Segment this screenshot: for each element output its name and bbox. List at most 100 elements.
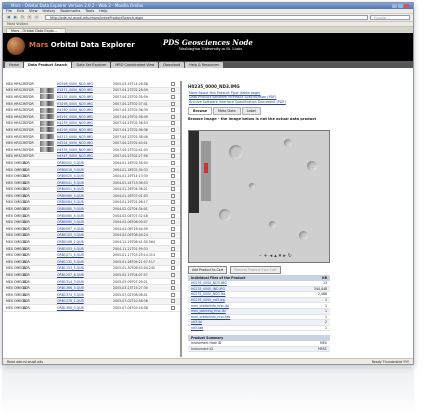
tab-help-resources[interactable]: Help & Resources [185, 62, 224, 68]
select-checkbox[interactable] [171, 154, 175, 159]
thumbnail-image[interactable] [40, 127, 54, 133]
select-checkbox[interactable] [171, 220, 175, 225]
product-id-link[interactable]: H3298_0000_ND3.IMG [57, 102, 113, 106]
menu-file[interactable]: File [6, 9, 12, 13]
select-checkbox[interactable] [171, 127, 175, 132]
select-checkbox[interactable] [171, 286, 175, 291]
table-row[interactable]: MEX HRSC REFDR H2235_0000_ND3.IMG 2007-04-2… [3, 94, 180, 101]
thumbnail-image[interactable] [40, 273, 54, 278]
thumbnail-image[interactable] [40, 167, 54, 172]
product-id-link[interactable]: H4347_0000_ND3.IMG [57, 154, 113, 158]
table-row[interactable]: MEX OMEGA EDR ORB0051_6.QUB 2004-01-26T04:3… [3, 187, 180, 194]
thumbnail-image[interactable] [40, 299, 54, 304]
table-row[interactable]: MEX OMEGA EDR ORB0018_3.QUB 2004-01-18T02:3… [3, 166, 180, 174]
select-checkbox[interactable] [171, 114, 175, 119]
thumbnail-image[interactable] [40, 154, 54, 159]
thumbnail-image[interactable] [40, 147, 54, 153]
table-row[interactable]: MEX HRSC REFDR H4324_0000_ND3.IMG 2007-04-2… [3, 140, 180, 147]
thumbnail-image[interactable] [40, 114, 54, 120]
menu-bookmarks[interactable]: Bookmarks [60, 9, 80, 13]
product-id-link[interactable]: ORB0085_4.QUB [57, 214, 113, 218]
product-id-link[interactable]: H4324_0000_ND3.IMG [57, 141, 113, 145]
tab-mro-coordinated-view[interactable]: MRO Coordinated View [111, 62, 159, 68]
product-id-link[interactable]: ORB0097_4.QUB [57, 227, 113, 231]
thumbnail-image[interactable] [40, 253, 54, 258]
table-row[interactable]: MEX OMEGA EDR ORB0095_3.QUB 2004-02-06T08:0… [3, 219, 180, 227]
product-id-link[interactable]: ORB1153_5.QUB [57, 266, 113, 270]
url-bar[interactable]: http://ode.rsl.wustl.edu/mars/indexProdu… [45, 15, 368, 20]
thumbnail-image[interactable] [40, 213, 54, 218]
select-checkbox[interactable] [171, 253, 175, 258]
select-checkbox[interactable] [171, 259, 175, 264]
select-checkbox[interactable] [171, 108, 175, 113]
product-id-link[interactable]: H4180_0000_ND3.IMG [57, 108, 113, 112]
table-row[interactable]: MEX HRSC REFDR H0398_0000_ND3.IMG 2005-03-1… [3, 81, 180, 88]
select-checkbox[interactable] [171, 233, 175, 238]
reset-view-icon[interactable]: ↻ [288, 253, 292, 259]
tab-meta-data[interactable]: Meta Data [213, 107, 241, 116]
select-checkbox[interactable] [171, 180, 175, 185]
product-id-link[interactable]: ORB1053_4.QUB [57, 247, 113, 251]
file-link[interactable]: H0235_0000_ND3.IMG [191, 281, 227, 285]
zoom-in-icon[interactable]: + [264, 253, 268, 259]
thumbnail-image[interactable] [40, 233, 54, 238]
thumbnail-image[interactable] [40, 81, 54, 86]
table-row[interactable]: MEX HRSC REFDR H4180_0000_ND3.IMG 2007-04-2… [3, 107, 180, 114]
table-row[interactable]: MEX HRSC REFDR H4313_0000_ND3.IMG 2007-04-2… [3, 134, 180, 141]
select-checkbox[interactable] [171, 200, 175, 205]
search-input[interactable]: Google [370, 15, 410, 20]
file-link[interactable]: mex_orbitalinfo_hrsc.tab [191, 315, 230, 319]
table-row[interactable]: MEX HRSC REFDR H4335_0000_ND3.IMG 2007-04-2… [3, 147, 180, 154]
thumbnail-image[interactable] [40, 207, 54, 212]
menu-tools[interactable]: Tools [85, 9, 94, 13]
table-row[interactable]: MEX OMEGA EDR ORB1390_3.QUB 2005-07-04T03:1… [3, 305, 180, 312]
pan-left-icon[interactable]: ◂ [270, 253, 273, 259]
product-id-link[interactable]: ORB0103_3.QUB [57, 233, 113, 237]
table-row[interactable]: MEX OMEGA EDR ORB1314_3.QUB 2005-03-09T07:2… [3, 279, 180, 286]
table-row[interactable]: MEX OMEGA EDR ORB1071_5.QUB 2005-01-17T03:2… [3, 252, 180, 260]
thumbnail-image[interactable] [40, 266, 54, 271]
product-id-link[interactable]: H4235_0000_ND3.IMG [57, 121, 113, 125]
select-checkbox[interactable] [171, 160, 175, 165]
zoom-out-icon[interactable]: – [259, 253, 262, 259]
table-row[interactable]: MEX OMEGA EDR ORB1132_5.QUB 2005-01-28T09:2… [3, 259, 180, 266]
minimize-button[interactable] [392, 4, 397, 8]
product-id-link[interactable]: ORB1374_3.QUB [57, 293, 113, 297]
product-id-link[interactable]: ORB0108_2.QUB [57, 240, 113, 244]
table-row[interactable]: MEX OMEGA EDR ORB1376_1.QUB 2005-07-02T10:5… [3, 298, 180, 306]
product-id-link[interactable]: ORB0041_5.QUB [57, 181, 113, 185]
file-link[interactable]: H0235_0000_IND.JPG [191, 287, 225, 291]
product-id-link[interactable]: ORB0020_4.QUB [57, 174, 113, 178]
table-row[interactable]: MEX OMEGA EDR ORB0060_4.QUB 2004-01-28T07:0… [3, 193, 180, 200]
menu-edit[interactable]: Edit [17, 9, 24, 13]
product-id-link[interactable]: ORB0064_5.QUB [57, 200, 113, 204]
back-icon[interactable]: ◀ [6, 15, 11, 20]
select-checkbox[interactable] [171, 292, 175, 297]
thumbnail-image[interactable] [40, 259, 54, 264]
table-row[interactable]: MEX OMEGA EDR ORB1207_6.QUB 2005-02-13T04:0… [3, 272, 180, 279]
select-checkbox[interactable] [171, 167, 175, 172]
select-checkbox[interactable] [171, 299, 175, 304]
thumbnail-image[interactable] [40, 180, 54, 185]
table-row[interactable]: MEX HRSC REFDR H3298_0000_ND3.IMG 2007-04-2… [3, 100, 180, 108]
thumbnail-image[interactable] [40, 120, 54, 126]
select-checkbox[interactable] [171, 134, 175, 139]
product-id-link[interactable]: H4191_0000_ND3.IMG [57, 115, 113, 119]
product-id-link[interactable]: ORB0095_3.QUB [57, 220, 113, 224]
thumbnail-image[interactable] [40, 187, 54, 192]
menu-history[interactable]: History [43, 9, 56, 13]
select-checkbox[interactable] [171, 266, 175, 271]
select-checkbox[interactable] [171, 174, 175, 179]
select-checkbox[interactable] [171, 193, 175, 198]
product-id-link[interactable]: H1271_0000_ND3.IMG [57, 88, 113, 92]
reload-icon[interactable]: ↻ [20, 15, 25, 20]
select-checkbox[interactable] [171, 279, 175, 284]
file-link[interactable]: nd3.lbl [191, 320, 202, 324]
tab-label[interactable]: Label [241, 107, 261, 116]
product-id-link[interactable]: ORB0002_0.QUB [57, 161, 113, 165]
select-checkbox[interactable] [171, 226, 175, 231]
tab-data-set-explorer[interactable]: Data Set Explorer [72, 62, 111, 68]
select-checkbox[interactable] [171, 187, 175, 192]
product-id-link[interactable]: H4299_0000_ND3.IMG [57, 128, 113, 132]
menu-help[interactable]: Help [99, 9, 107, 13]
